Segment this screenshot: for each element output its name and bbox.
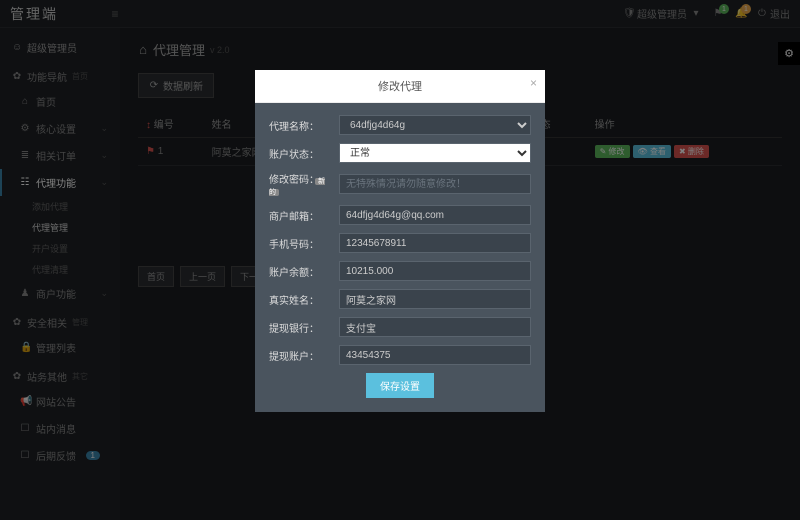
pwd-input[interactable]: [339, 174, 531, 194]
modal-body: 代理名称： 64dfjg4d64g 账户状态： 正常 修改密码：新的 商户邮箱： 手…: [255, 103, 545, 412]
realname-input[interactable]: [339, 289, 531, 309]
bank-label: 提现银行：: [269, 320, 331, 335]
pwd-label: 修改密码：新的: [269, 171, 331, 197]
name-label: 代理名称：: [269, 118, 331, 133]
save-button[interactable]: 保存设置: [366, 373, 434, 398]
phone-input[interactable]: [339, 233, 531, 253]
phone-label: 手机号码：: [269, 236, 331, 251]
modal-header: 修改代理 ×: [255, 70, 545, 103]
modal-overlay[interactable]: 修改代理 × 代理名称： 64dfjg4d64g 账户状态： 正常 修改密码：新的 …: [0, 0, 800, 520]
email-input[interactable]: [339, 205, 531, 225]
edit-agent-modal: 修改代理 × 代理名称： 64dfjg4d64g 账户状态： 正常 修改密码：新的 …: [255, 70, 545, 412]
status-label: 账户状态：: [269, 146, 331, 161]
account-input[interactable]: [339, 345, 531, 365]
account-label: 提现账户：: [269, 348, 331, 363]
balance-input[interactable]: [339, 261, 531, 281]
name-select[interactable]: 64dfjg4d64g: [339, 115, 531, 135]
realname-label: 真实姓名：: [269, 292, 331, 307]
bank-input[interactable]: [339, 317, 531, 337]
status-select[interactable]: 正常: [339, 143, 531, 163]
email-label: 商户邮箱：: [269, 208, 331, 223]
close-icon[interactable]: ×: [530, 76, 537, 90]
balance-label: 账户余额：: [269, 264, 331, 279]
modal-title: 修改代理: [378, 78, 422, 94]
